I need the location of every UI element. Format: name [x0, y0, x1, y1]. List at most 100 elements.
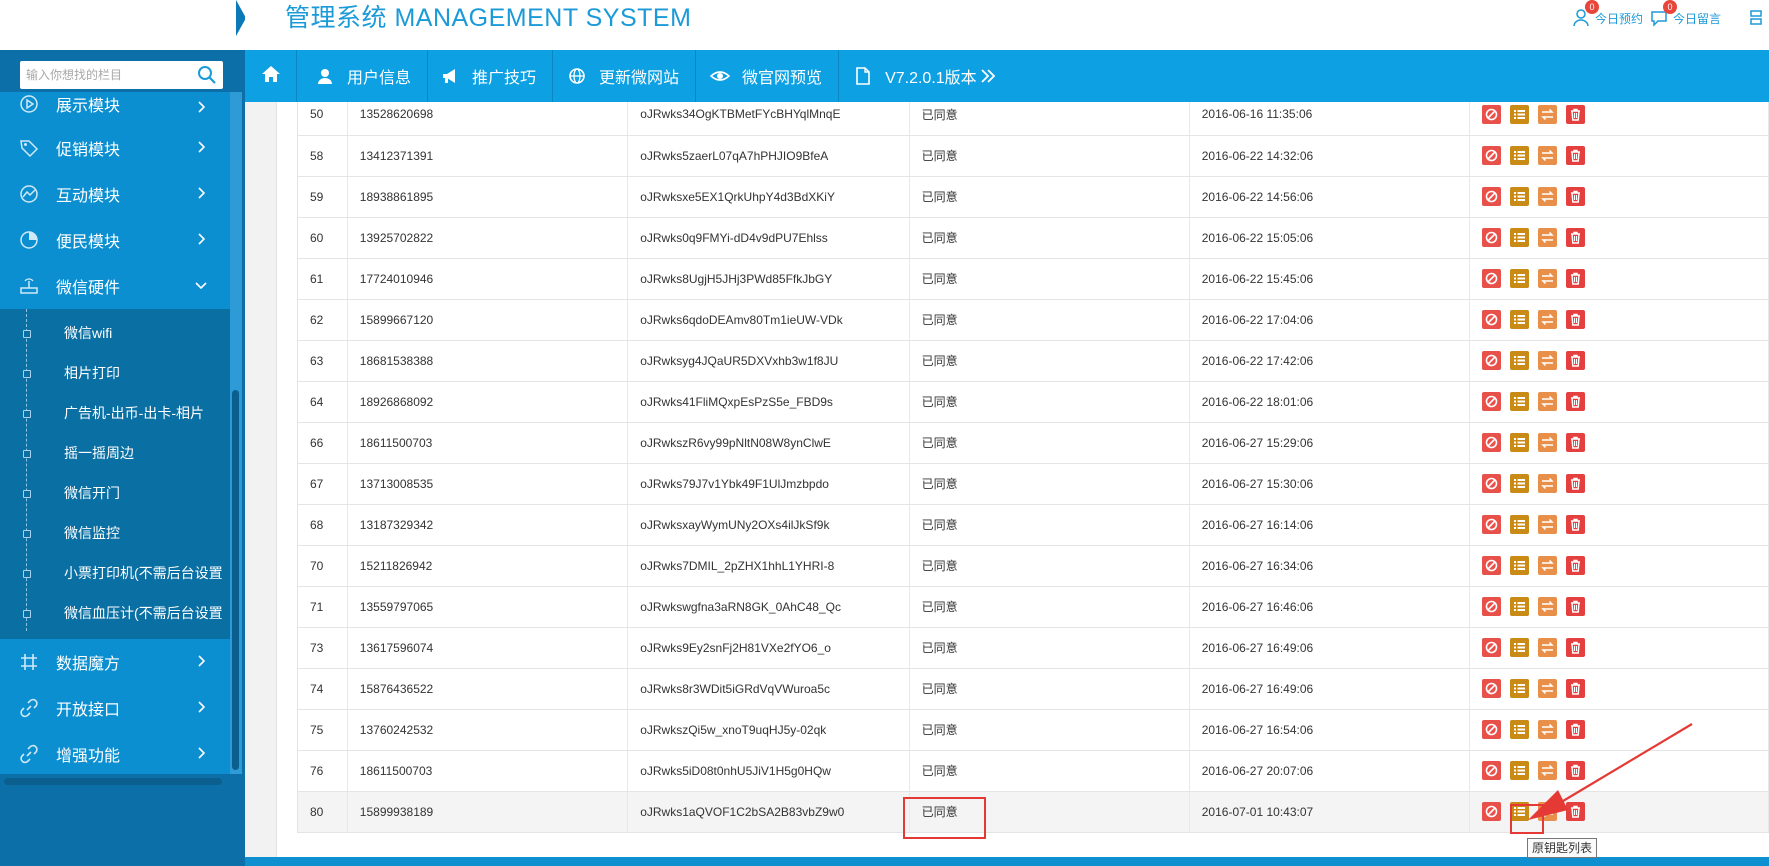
disable-icon[interactable]: [1482, 597, 1502, 616]
disable-icon[interactable]: [1482, 187, 1502, 206]
submenu-item-shake[interactable]: 摇一摇周边: [0, 433, 230, 473]
swap-icon[interactable]: [1538, 228, 1558, 247]
nav-user-info[interactable]: 用户信息: [297, 50, 429, 102]
cell-openid: oJRwks7DMIL_2pZHX1hhL1YHRI-8: [627, 545, 910, 587]
nav-version[interactable]: V7.2.0.1版本: [839, 50, 1009, 102]
list-icon[interactable]: [1510, 187, 1530, 206]
disable-icon[interactable]: [1482, 679, 1502, 698]
cell-time: 2016-06-22 14:56:06: [1189, 176, 1471, 218]
swap-icon[interactable]: [1538, 597, 1558, 616]
trash-icon[interactable]: [1566, 310, 1586, 329]
trash-icon[interactable]: [1566, 679, 1586, 698]
sidebar-item-display[interactable]: 展示模块: [0, 92, 230, 125]
list-icon[interactable]: [1510, 228, 1530, 247]
disable-icon[interactable]: [1482, 351, 1502, 370]
list-icon[interactable]: [1510, 104, 1530, 124]
list-icon[interactable]: [1510, 597, 1530, 616]
trash-icon[interactable]: [1566, 269, 1586, 288]
trash-icon[interactable]: [1566, 392, 1586, 411]
cell-status: 已同意: [909, 340, 1190, 382]
list-icon[interactable]: [1510, 269, 1530, 288]
swap-icon[interactable]: [1538, 474, 1558, 493]
disable-icon[interactable]: [1482, 104, 1502, 124]
disable-icon[interactable]: [1482, 515, 1502, 534]
swap-icon[interactable]: [1538, 269, 1558, 288]
swap-icon[interactable]: [1538, 351, 1558, 370]
disable-icon[interactable]: [1482, 269, 1502, 288]
trash-icon[interactable]: [1566, 515, 1586, 534]
disable-icon[interactable]: [1482, 228, 1502, 247]
sidebar-item-data-cube[interactable]: 数据魔方: [0, 639, 230, 685]
search-input[interactable]: [20, 61, 190, 89]
sidebar-item-label: 增强功能: [56, 748, 121, 765]
trash-icon[interactable]: [1566, 146, 1586, 165]
swap-icon[interactable]: [1538, 433, 1558, 452]
submenu-item-monitor[interactable]: 微信监控: [0, 513, 230, 553]
disable-icon[interactable]: [1482, 638, 1502, 657]
list-icon[interactable]: [1510, 679, 1530, 698]
list-icon[interactable]: [1510, 474, 1530, 493]
trash-icon[interactable]: [1566, 474, 1586, 493]
disable-icon[interactable]: [1482, 761, 1502, 780]
nav-promotion-tips[interactable]: 推广技巧: [428, 50, 554, 102]
sidebar-item-interaction[interactable]: 互动模块: [0, 171, 230, 217]
submenu-item-blood-pressure[interactable]: 微信血压计(不需后台设置: [0, 593, 230, 633]
submenu-item-photo-print[interactable]: 相片打印: [0, 353, 230, 393]
disable-icon[interactable]: [1482, 392, 1502, 411]
reservations-badge: 0: [1585, 0, 1599, 14]
list-icon[interactable]: [1510, 433, 1530, 452]
swap-icon[interactable]: [1538, 104, 1558, 124]
list-icon[interactable]: [1510, 310, 1530, 329]
sidebar-item-wechat-hardware[interactable]: 微信硬件: [0, 263, 230, 309]
trash-icon[interactable]: [1566, 433, 1586, 452]
disable-icon[interactable]: [1482, 310, 1502, 329]
disable-icon[interactable]: [1482, 146, 1502, 165]
trash-icon[interactable]: [1566, 187, 1586, 206]
search-icon[interactable]: [197, 65, 217, 85]
swap-icon[interactable]: [1538, 392, 1558, 411]
list-icon[interactable]: [1510, 146, 1530, 165]
today-reservations-link[interactable]: 0 今日预约: [1571, 0, 1643, 28]
disable-icon[interactable]: [1482, 802, 1502, 821]
list-icon[interactable]: [1510, 351, 1530, 370]
cell-time: 2016-06-22 15:05:06: [1189, 217, 1471, 259]
trash-icon[interactable]: [1566, 104, 1586, 124]
more-menu-link[interactable]: [1743, 8, 1767, 28]
swap-icon[interactable]: [1538, 187, 1558, 206]
swap-icon[interactable]: [1538, 146, 1558, 165]
submenu-item-door[interactable]: 微信开门: [0, 473, 230, 513]
swap-icon[interactable]: [1538, 638, 1558, 657]
nav-home[interactable]: [245, 50, 297, 102]
today-messages-link[interactable]: 0 今日留言: [1649, 0, 1721, 28]
list-icon[interactable]: [1510, 515, 1530, 534]
disable-icon[interactable]: [1482, 433, 1502, 452]
trash-icon[interactable]: [1566, 597, 1586, 616]
sidebar-item-label: 互动模块: [56, 188, 121, 205]
cell-actions: [1469, 135, 1769, 177]
sidebar-horizontal-scrollbar[interactable]: [4, 778, 222, 785]
submenu-item-ad-machine[interactable]: 广告机-出币-出卡-相片: [0, 393, 230, 433]
swap-icon[interactable]: [1538, 556, 1558, 575]
swap-icon[interactable]: [1538, 310, 1558, 329]
disable-icon[interactable]: [1482, 556, 1502, 575]
submenu-item-wifi[interactable]: 微信wifi: [0, 313, 230, 353]
sidebar-item-enhanced[interactable]: 增强功能: [0, 731, 230, 774]
trash-icon[interactable]: [1566, 556, 1586, 575]
sidebar-scrollbar-thumb[interactable]: [232, 390, 239, 770]
sidebar-item-promotion[interactable]: 促销模块: [0, 125, 230, 171]
nav-update-site[interactable]: 更新微网站: [553, 50, 697, 102]
trash-icon[interactable]: [1566, 638, 1586, 657]
list-icon[interactable]: [1510, 556, 1530, 575]
disable-icon[interactable]: [1482, 474, 1502, 493]
disable-icon[interactable]: [1482, 720, 1502, 739]
list-icon[interactable]: [1510, 392, 1530, 411]
swap-icon[interactable]: [1538, 679, 1558, 698]
sidebar-item-open-api[interactable]: 开放接口: [0, 685, 230, 731]
nav-site-preview[interactable]: 微官网预览: [696, 50, 840, 102]
list-icon[interactable]: [1510, 638, 1530, 657]
submenu-item-receipt-printer[interactable]: 小票打印机(不需后台设置: [0, 553, 230, 593]
swap-icon[interactable]: [1538, 515, 1558, 534]
sidebar-item-convenience[interactable]: 便民模块: [0, 217, 230, 263]
trash-icon[interactable]: [1566, 228, 1586, 247]
trash-icon[interactable]: [1566, 351, 1586, 370]
